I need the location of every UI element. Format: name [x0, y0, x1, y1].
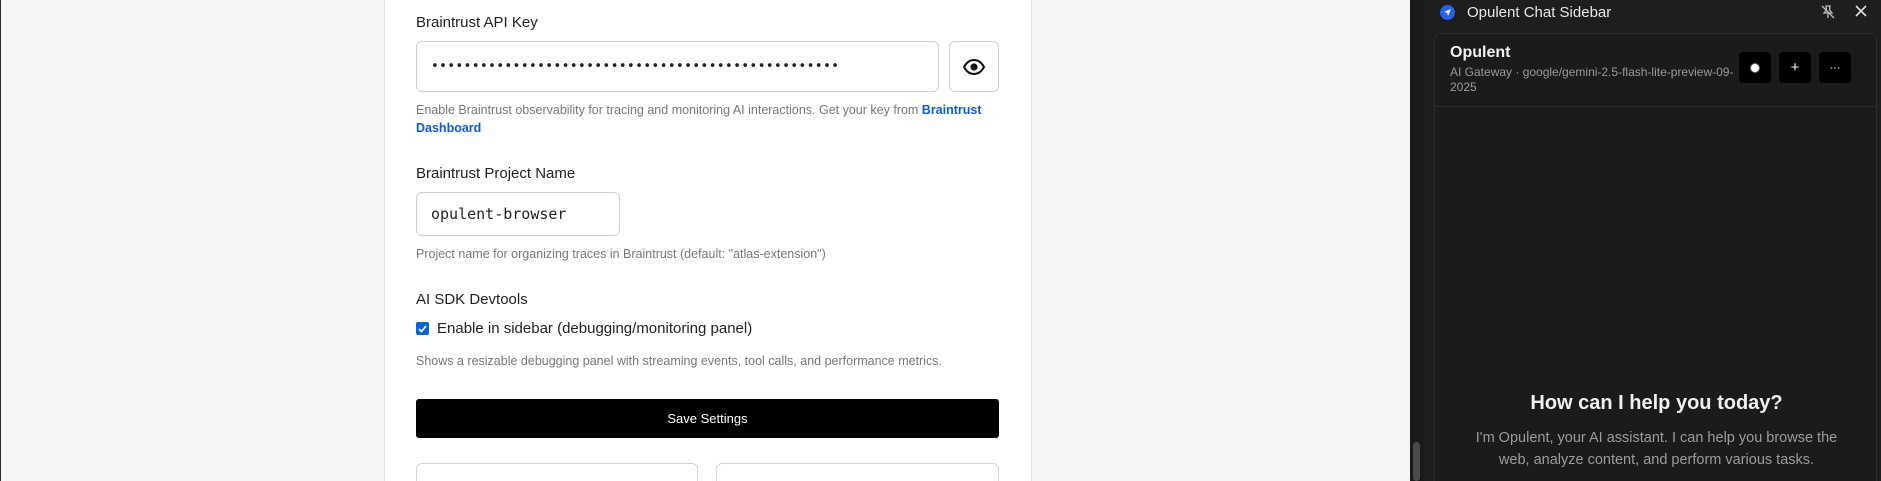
chat-header-title: Opulent [1450, 44, 1511, 61]
settings-card: Braintrust API Key •••••••••••••••••••••… [384, 0, 1032, 481]
save-settings-button[interactable]: Save Settings [416, 399, 999, 438]
api-key-input[interactable]: ••••••••••••••••••••••••••••••••••••••••… [416, 41, 939, 92]
app-logo-icon [1440, 5, 1455, 20]
project-name-help: Project name for organizing traces in Br… [416, 247, 826, 261]
devtools-checkbox[interactable] [416, 322, 429, 335]
project-name-input[interactable]: opulent-browser [416, 192, 620, 236]
sidebar-scrollbar[interactable] [1410, 0, 1424, 481]
record-icon [1750, 62, 1760, 73]
model-info: AI Gateway · google/gemini-2.5-flash-lit… [1450, 65, 1734, 94]
welcome-title: How can I help you today? [1530, 392, 1783, 414]
toggle-visibility-button[interactable] [949, 41, 999, 92]
plus-icon: + [1790, 59, 1800, 76]
more-icon: ··· [1829, 61, 1841, 74]
api-key-help: Enable Braintrust observability for trac… [416, 103, 982, 135]
devtools-checkbox-label: Enable in sidebar (debugging/monitoring … [437, 320, 753, 337]
scrollbar-thumb[interactable] [1413, 442, 1420, 481]
chat-sidebar: Opulent Chat Sidebar Opulent AI Gateway … [1410, 0, 1881, 481]
bottom-card-left[interactable] [416, 463, 698, 481]
chat-panel: Opulent AI Gateway · google/gemini-2.5-f… [1434, 33, 1877, 481]
devtools-label: AI SDK Devtools [416, 291, 528, 308]
api-key-label: Braintrust API Key [416, 14, 538, 31]
welcome-text: I'm Opulent, your AI assistant. I can he… [1475, 430, 1838, 468]
project-name-label: Braintrust Project Name [416, 165, 576, 182]
status-button[interactable] [1739, 52, 1771, 83]
settings-page: Braintrust API Key •••••••••••••••••••••… [0, 0, 1410, 481]
sidebar-titlebar: Opulent Chat Sidebar [1424, 0, 1881, 26]
devtools-help: Shows a resizable debugging panel with s… [416, 354, 942, 368]
new-chat-button[interactable]: + [1779, 52, 1811, 83]
more-options-button[interactable]: ··· [1819, 52, 1851, 83]
checkmark-icon [418, 324, 427, 333]
bottom-card-right[interactable] [716, 463, 999, 481]
eye-icon [963, 58, 985, 75]
unpin-icon[interactable] [1820, 4, 1836, 20]
chat-header: Opulent AI Gateway · google/gemini-2.5-f… [1435, 34, 1876, 107]
close-icon[interactable] [1853, 3, 1869, 19]
devtools-checkbox-row[interactable]: Enable in sidebar (debugging/monitoring … [416, 320, 752, 337]
sidebar-title: Opulent Chat Sidebar [1467, 4, 1612, 21]
